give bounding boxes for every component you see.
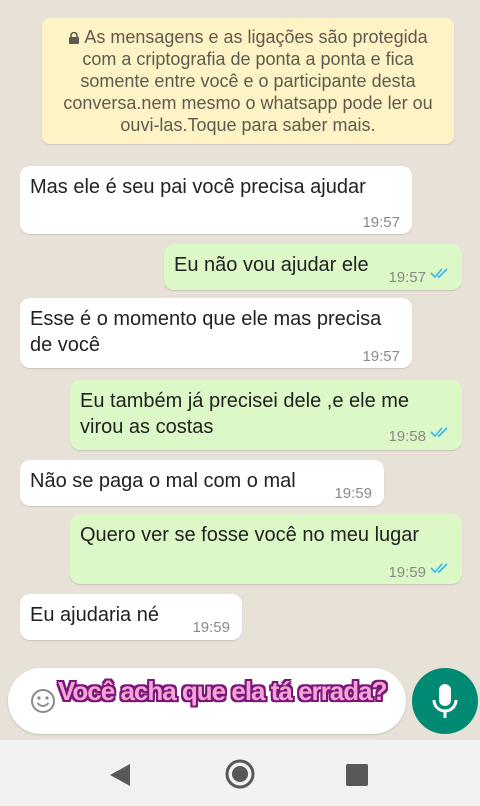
message-time: 19:57 [362, 214, 400, 231]
recent-apps-icon[interactable] [346, 764, 368, 786]
message-time: 19:59 [388, 564, 426, 581]
encryption-notice[interactable]: As mensagens e as ligações são protegida… [42, 18, 454, 144]
message-text: Esse é o momento que ele mas precisa de … [30, 308, 382, 356]
message-bubble[interactable]: Mas ele é seu pai você precisa ajudar 19… [20, 166, 412, 234]
message-bubble[interactable]: Eu também já precisei dele ,e ele me vir… [70, 380, 462, 450]
message-time: 19:57 [388, 269, 426, 286]
message-bubble[interactable]: Esse é o momento que ele mas precisa de … [20, 298, 412, 368]
encryption-notice-text: As mensagens e as ligações são protegida… [63, 27, 433, 135]
message-time: 19:58 [388, 428, 426, 445]
message-time: 19:57 [362, 348, 400, 365]
home-icon[interactable] [224, 758, 256, 790]
message-bubble[interactable]: Eu ajudaria né 19:59 [20, 594, 242, 640]
message-text: Eu também já precisei dele ,e ele me vir… [80, 390, 410, 438]
double-check-icon [430, 427, 448, 438]
send-voice-button[interactable] [412, 668, 478, 734]
message-text: Eu ajudaria né [30, 604, 159, 626]
message-text: Quero ver se fosse você no meu lugar [80, 524, 420, 546]
message-text: Não se paga o mal com o mal [30, 470, 296, 492]
chat-area: As mensagens e as ligações são protegida… [0, 0, 480, 740]
overlay-caption: Você acha que ela tá errada? [58, 676, 387, 706]
lock-icon [69, 32, 80, 44]
double-check-icon [430, 268, 448, 279]
message-time: 19:59 [192, 619, 230, 636]
message-bubble[interactable]: Quero ver se fosse você no meu lugar 19:… [70, 514, 462, 584]
message-bubble[interactable]: Eu não vou ajudar ele 19:57 [164, 244, 462, 290]
back-icon[interactable] [108, 762, 132, 788]
message-bubble[interactable]: Não se paga o mal com o mal 19:59 [20, 460, 384, 506]
message-text: Eu não vou ajudar ele [174, 254, 369, 276]
emoji-icon[interactable] [30, 688, 56, 714]
message-text: Mas ele é seu pai você precisa ajudar [30, 176, 366, 198]
message-time: 19:59 [334, 485, 372, 502]
double-check-icon [430, 563, 448, 574]
microphone-icon [432, 684, 458, 718]
